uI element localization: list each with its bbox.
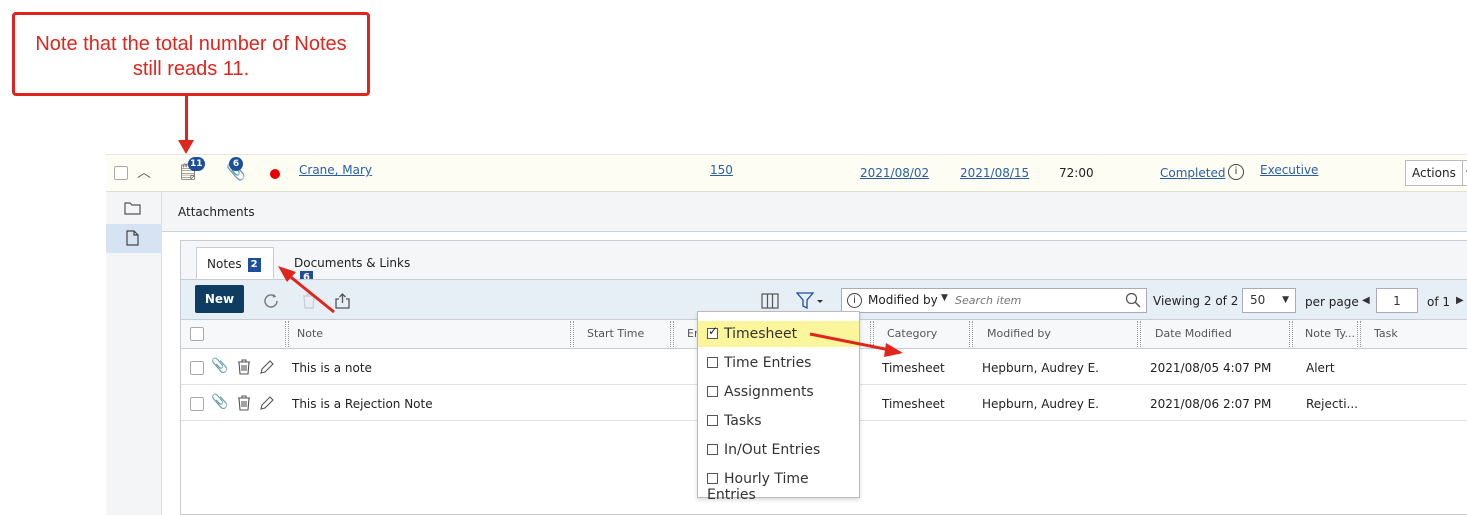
annotation-arrows xyxy=(278,266,903,357)
